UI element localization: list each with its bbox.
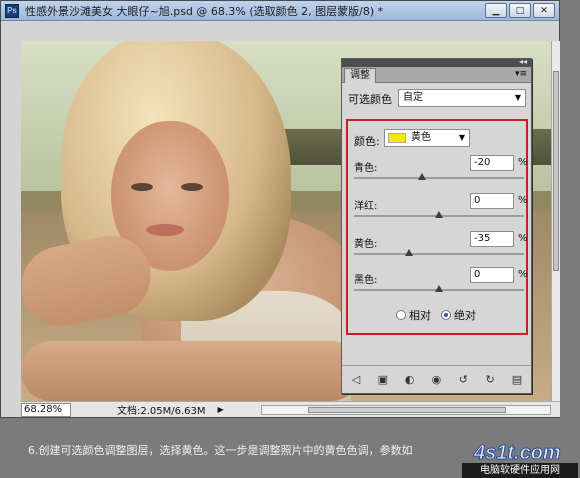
model-eye-right (181, 183, 203, 191)
window-controls: ▁ □ ✕ (485, 3, 555, 18)
magenta-slider-thumb[interactable] (435, 211, 443, 218)
horizontal-scroll-thumb[interactable] (308, 407, 506, 413)
adjustments-panel: ◂◂ 调整 ▾≡ 可选颜色 自定 ▼ 颜色: 黄色 ▼ 青色: -20 % 洋红… (341, 57, 532, 394)
preset-dropdown[interactable]: 自定 ▼ (398, 89, 526, 107)
photoshop-icon: Ps (5, 3, 19, 18)
colors-dropdown[interactable]: 黄色 ▼ (384, 129, 470, 147)
cyan-slider-track[interactable] (354, 177, 524, 179)
status-menu-arrow-icon[interactable]: ▶ (218, 405, 224, 414)
window-title: 性感外景沙滩美女 大眼仔~旭.psd @ 68.3% (选取颜色 2, 图层蒙版… (25, 4, 384, 18)
reset-icon[interactable]: ↻ (482, 372, 498, 388)
yellow-slider-track[interactable] (354, 253, 524, 255)
yellow-label: 黄色: (354, 239, 378, 250)
cyan-unit: % (518, 157, 528, 168)
cyan-slider-thumb[interactable] (418, 173, 426, 180)
tab-adjustments[interactable]: 调整 (344, 68, 376, 83)
panel-menu-icon[interactable]: ▾≡ (515, 69, 527, 79)
cyan-input[interactable]: -20 (470, 155, 514, 171)
cyan-label: 青色: (354, 163, 378, 174)
collapse-panel-icon[interactable]: ◂◂ (519, 57, 527, 66)
layer-icon[interactable]: ▣ (375, 372, 391, 388)
panel-tab-bar: 调整 ▾≡ (342, 67, 531, 83)
magenta-input[interactable]: 0 (470, 193, 514, 209)
model-lips (146, 224, 184, 236)
document-size: 文档:2.05M/6.63M (117, 406, 206, 417)
colors-value: 黄色 (411, 132, 431, 143)
model-eye-left (131, 183, 153, 191)
minimize-button[interactable]: ▁ (485, 3, 507, 18)
watermark-logo-text: 4s1t.com (473, 442, 561, 464)
black-unit: % (518, 269, 528, 280)
highlight-box: 颜色: 黄色 ▼ 青色: -20 % 洋红: 0 % 黄色: -35 % 黑色:… (346, 119, 528, 335)
yellow-unit: % (518, 233, 528, 244)
radio-circle-icon (441, 310, 451, 320)
close-button[interactable]: ✕ (533, 3, 555, 18)
color-swatch (388, 133, 406, 143)
trash-icon[interactable]: ▤ (509, 372, 525, 388)
absolute-label: 绝对 (454, 309, 476, 322)
yellow-slider-thumb[interactable] (405, 249, 414, 256)
view-previous-icon[interactable]: ↺ (455, 372, 471, 388)
colors-label: 颜色: (354, 135, 380, 148)
clip-icon[interactable]: ◐ (402, 372, 418, 388)
method-radio-group: 相对 绝对 (396, 307, 476, 323)
zoom-field[interactable]: 68.28% (21, 402, 71, 417)
maximize-button[interactable]: □ (509, 3, 531, 18)
vertical-scrollbar[interactable] (551, 41, 560, 401)
chevron-down-icon: ▼ (514, 93, 521, 102)
model-forearm (21, 341, 361, 401)
radio-circle-icon (396, 310, 406, 320)
vertical-scroll-thumb[interactable] (553, 71, 559, 271)
selective-color-label: 可选颜色 (348, 93, 392, 106)
panel-toolbar: ◁ ▣ ◐ ◉ ↺ ↻ ▤ (342, 365, 531, 393)
panel-header: ◂◂ (342, 57, 531, 67)
back-arrow-icon[interactable]: ◁ (348, 372, 364, 388)
magenta-label: 洋红: (354, 201, 378, 212)
horizontal-scrollbar[interactable] (261, 405, 551, 415)
relative-label: 相对 (409, 309, 431, 322)
title-bar[interactable]: Ps 性感外景沙滩美女 大眼仔~旭.psd @ 68.3% (选取颜色 2, 图… (1, 1, 559, 21)
watermark-subtitle: 电脑软硬件应用网 (462, 463, 578, 478)
yellow-input[interactable]: -35 (470, 231, 514, 247)
status-bar: 68.28% 文档:2.05M/6.63M ▶ (21, 401, 560, 417)
caption-text: 6.创建可选颜色调整图层，选择黄色。这一步是调整照片中的黄色色调，参数如 (28, 444, 413, 457)
document-window: Ps 性感外景沙滩美女 大眼仔~旭.psd @ 68.3% (选取颜色 2, 图… (0, 0, 560, 418)
eye-icon[interactable]: ◉ (428, 372, 444, 388)
black-slider-thumb[interactable] (435, 285, 443, 292)
black-input[interactable]: 0 (470, 267, 514, 283)
relative-radio[interactable]: 相对 (396, 307, 431, 323)
chevron-down-icon: ▼ (458, 133, 465, 142)
absolute-radio[interactable]: 绝对 (441, 307, 476, 323)
preset-value: 自定 (403, 92, 423, 103)
magenta-unit: % (518, 195, 528, 206)
black-label: 黑色: (354, 275, 378, 286)
